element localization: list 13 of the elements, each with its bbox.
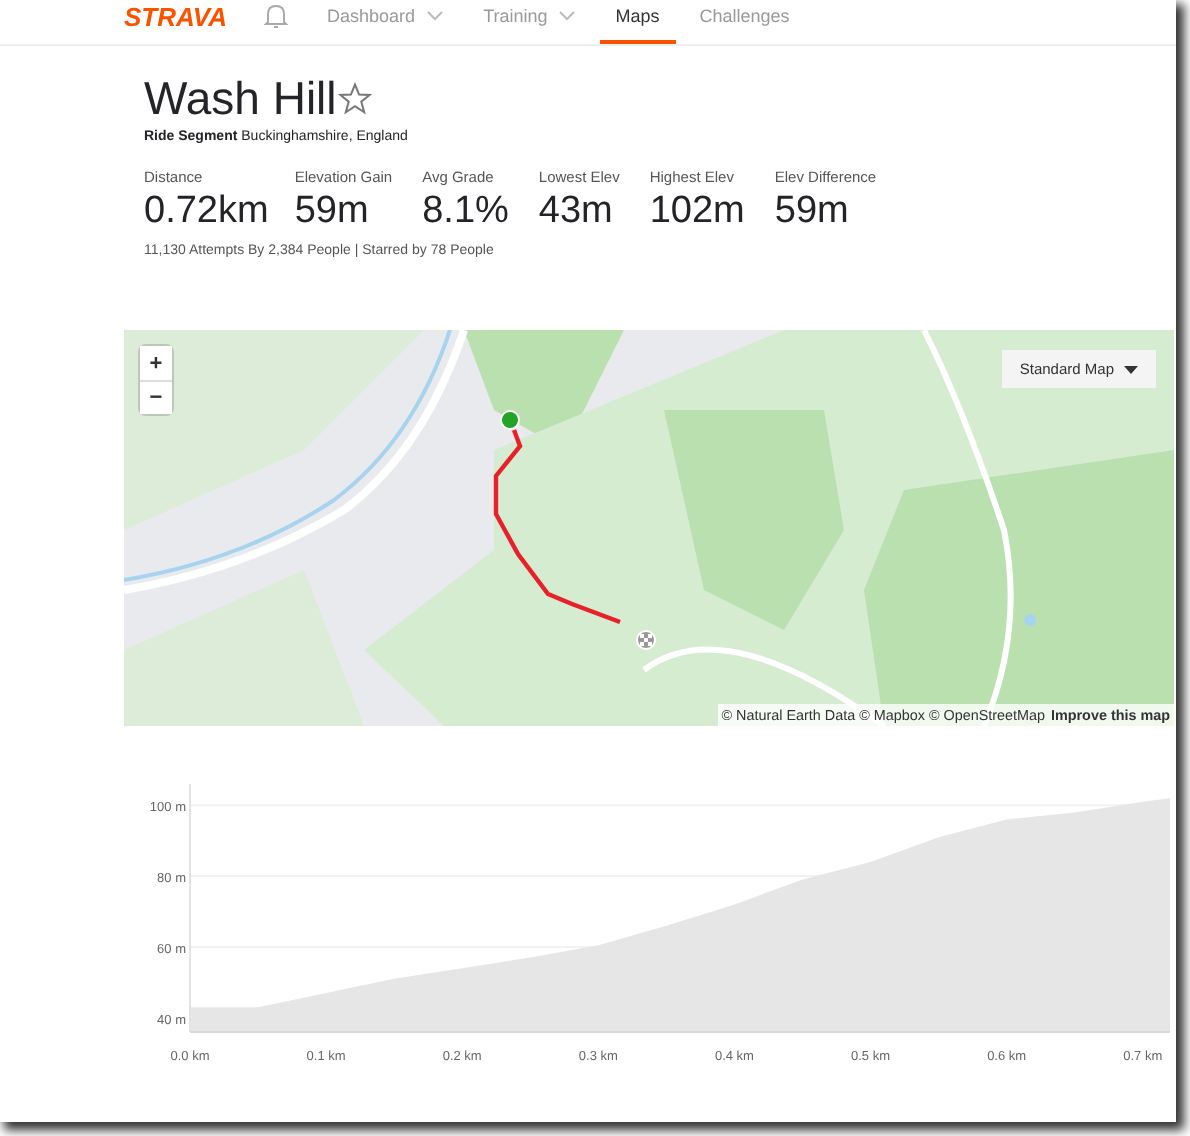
- zoom-out-button[interactable]: −: [140, 380, 172, 414]
- stat-value: 43m: [538, 190, 615, 234]
- nav-tab[interactable]: Maps: [599, 2, 676, 44]
- segment-title: Wash Hill: [144, 70, 337, 126]
- bell-icon[interactable]: [263, 2, 288, 30]
- stat-value: 102m: [649, 190, 745, 234]
- caret-icon[interactable]: [1124, 365, 1138, 373]
- stat-value: 8.1%: [422, 190, 509, 234]
- stat-value: 0.72km: [144, 190, 269, 234]
- zoom-in-button[interactable]: +: [140, 346, 172, 380]
- stat-value: 59m: [294, 190, 371, 234]
- stat-value: 59m: [774, 190, 851, 234]
- star-icon[interactable]: [338, 81, 373, 115]
